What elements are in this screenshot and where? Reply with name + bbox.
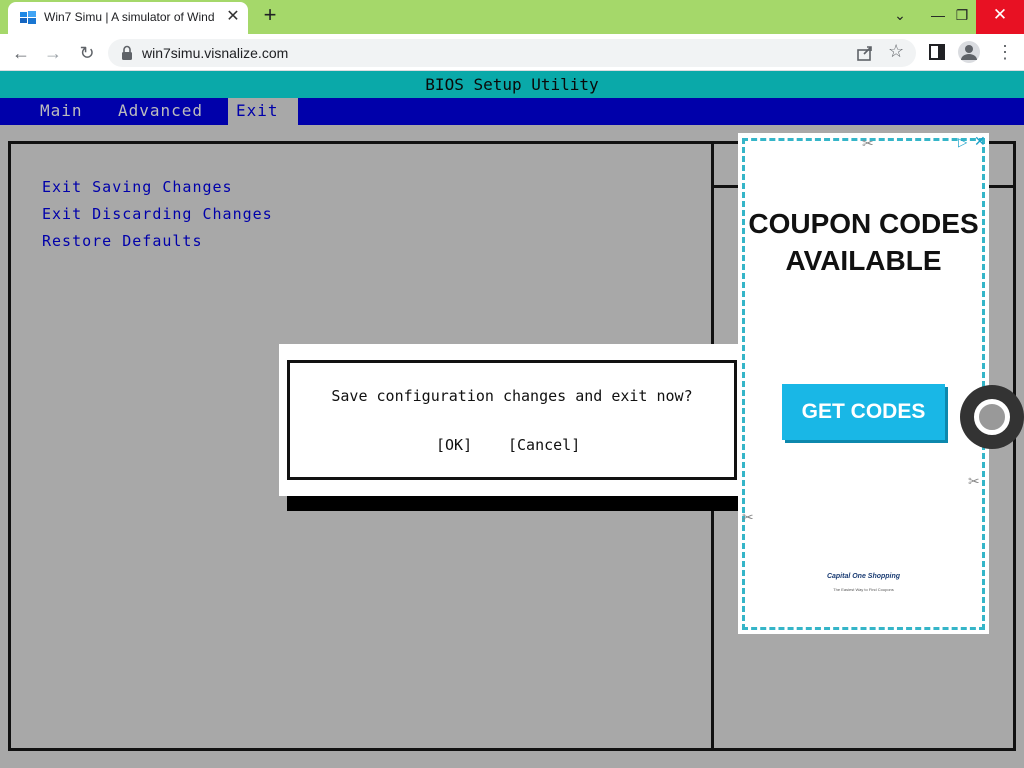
- scissors-icon: ✂: [742, 509, 754, 525]
- adchoices-icon[interactable]: ▷: [958, 135, 967, 149]
- scissors-icon: ✂: [968, 473, 980, 489]
- new-tab-plus-icon[interactable]: +: [258, 4, 282, 28]
- ad-close-icon[interactable]: ✕: [974, 133, 986, 150]
- get-codes-button[interactable]: GET CODES: [782, 384, 945, 440]
- ad-brand-logo: Capital One Shopping: [826, 573, 901, 580]
- advertisement-banner[interactable]: ▷ ✕ ✂ ✂ ✂ COUPON CODES AVAILABLE GET COD…: [738, 133, 989, 634]
- ad-headline: COUPON CODES AVAILABLE: [748, 208, 979, 276]
- cancel-button[interactable]: [Cancel]: [508, 436, 580, 454]
- forward-arrow-icon[interactable]: →: [40, 40, 66, 66]
- ok-button[interactable]: [OK]: [436, 436, 472, 454]
- address-bar[interactable]: win7simu.visnalize.com ☆: [108, 39, 916, 67]
- share-icon[interactable]: [856, 44, 874, 62]
- tab-title: Win7 Simu | A simulator of Wind: [44, 10, 215, 24]
- reload-icon[interactable]: ↻: [74, 40, 100, 66]
- bookmark-star-icon[interactable]: ☆: [888, 41, 904, 62]
- url-text: win7simu.visnalize.com: [142, 45, 289, 61]
- bios-tab-main[interactable]: Main: [40, 98, 83, 125]
- bios-tab-exit[interactable]: Exit: [228, 98, 298, 125]
- tab-close-icon[interactable]: ✕: [224, 8, 242, 26]
- bios-tab-advanced[interactable]: Advanced: [118, 98, 203, 125]
- browser-tab-strip: Win7 Simu | A simulator of Wind ✕ + ⌄ — …: [0, 0, 1024, 34]
- exit-discarding-changes-option[interactable]: Exit Discarding Changes: [42, 205, 273, 223]
- exit-saving-changes-option[interactable]: Exit Saving Changes: [42, 178, 233, 196]
- browser-toolbar: ← → ↻ win7simu.visnalize.com ☆ ⋮: [0, 34, 1024, 71]
- lock-icon: [122, 45, 132, 60]
- floating-home-button[interactable]: [960, 385, 1024, 449]
- more-menu-icon[interactable]: ⋮: [996, 41, 1014, 63]
- bios-menu-bar: Main Advanced Exit: [0, 98, 1024, 125]
- side-panel-icon[interactable]: [928, 43, 946, 61]
- dialog-message: Save configuration changes and exit now?: [331, 387, 693, 405]
- window-close-icon[interactable]: ✕: [976, 0, 1024, 34]
- ad-tagline: The Easiest Way to Find Coupons: [833, 587, 894, 592]
- dialog-frame: Save configuration changes and exit now?…: [287, 360, 737, 480]
- restore-defaults-option[interactable]: Restore Defaults: [42, 232, 203, 250]
- tab-search-chevron-icon[interactable]: ⌄: [880, 0, 920, 34]
- browser-tab[interactable]: Win7 Simu | A simulator of Wind ✕: [8, 2, 248, 34]
- scissors-icon: ✂: [862, 135, 874, 151]
- bios-title-bar: BIOS Setup Utility: [0, 71, 1024, 98]
- back-arrow-icon[interactable]: ←: [8, 40, 34, 66]
- windows-favicon-icon: [20, 11, 36, 24]
- floating-button-circle-icon: [974, 399, 1010, 435]
- profile-avatar-icon[interactable]: [958, 41, 980, 63]
- confirm-exit-dialog: Save configuration changes and exit now?…: [279, 344, 745, 496]
